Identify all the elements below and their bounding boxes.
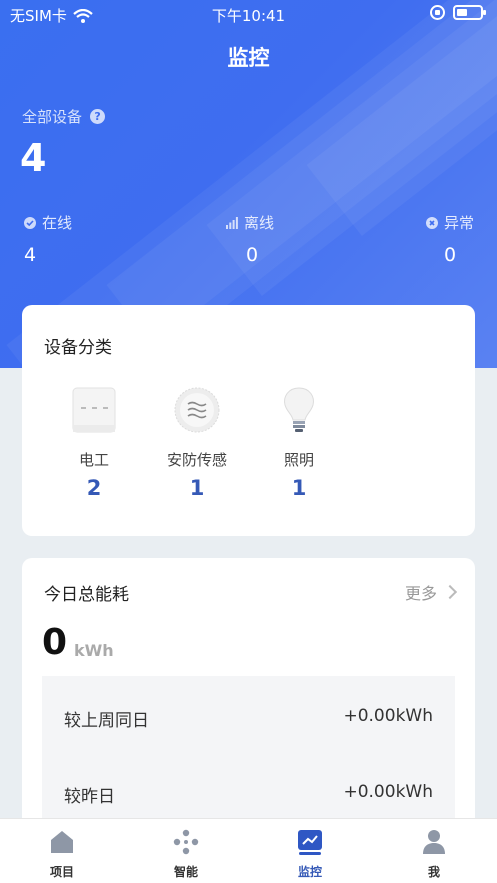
more-label: 更多 (404, 584, 437, 603)
total-devices-label: 全部设备 (22, 108, 83, 126)
tab-me[interactable]: 我 (394, 827, 474, 880)
compare-value: +0.00kWh (343, 706, 433, 726)
check-circle-icon (24, 216, 36, 229)
category-item-security[interactable]: 安防传感 1 (157, 385, 237, 500)
compare-row: 较昨日 +0.00kWh (64, 782, 433, 807)
compare-row: 较上周同日 +0.00kWh (64, 706, 433, 731)
category-name: 照明 (283, 451, 314, 469)
more-link[interactable]: 更多 (404, 580, 458, 604)
offline-value: 0 (246, 244, 259, 266)
category-count: 1 (189, 476, 205, 500)
smart-dots-icon (171, 827, 201, 857)
category-count: 2 (86, 476, 102, 500)
error-circle-icon (426, 216, 438, 229)
device-category-card: 设备分类 电工 2 安防传感 1 照明 1 (22, 305, 475, 536)
energy-card: 今日总能耗 更多 0 kWh 较上周同日 +0.00kWh 较昨日 +0.00k… (22, 558, 475, 858)
energy-title: 今日总能耗 (44, 585, 129, 605)
category-title: 设备分类 (44, 338, 112, 358)
abnormal-stat: 异常 0 (426, 212, 474, 266)
help-icon[interactable]: ? (90, 109, 106, 124)
category-count: 1 (291, 476, 307, 500)
online-stat: 在线 4 (24, 212, 72, 266)
compare-label: 较昨日 (64, 787, 115, 807)
light-bulb-icon (274, 385, 324, 435)
offline-label: 离线 (244, 214, 275, 232)
person-icon (419, 827, 449, 857)
security-sensor-icon (172, 385, 222, 435)
tab-label: 智能 (173, 865, 198, 879)
compare-label: 较上周同日 (64, 711, 149, 731)
page-title: 监控 (227, 46, 270, 70)
electrical-switch-icon (69, 385, 119, 435)
tab-label: 项目 (49, 865, 74, 879)
chevron-right-icon (442, 584, 458, 600)
status-bar: 无SIM卡 下午10:41 (0, 0, 497, 30)
total-devices-label-group: 全部设备 ? (22, 106, 106, 127)
category-item-electrical[interactable]: 电工 2 (54, 385, 134, 500)
compare-value: +0.00kWh (343, 782, 433, 802)
bottom-tab-bar: 项目 智能 监控 我 (0, 818, 497, 883)
tab-label: 我 (427, 865, 440, 879)
category-name: 电工 (78, 451, 109, 469)
abnormal-value: 0 (444, 244, 457, 266)
online-value: 4 (24, 244, 37, 266)
tab-label: 监控 (297, 865, 322, 879)
online-label: 在线 (42, 214, 73, 232)
energy-unit: kWh (74, 641, 114, 660)
signal-bars-icon (226, 216, 238, 229)
energy-value: 0 (42, 622, 68, 663)
category-name: 安防传感 (166, 451, 227, 469)
offline-stat: 离线 0 (226, 212, 274, 266)
home-icon (47, 827, 77, 857)
battery-icon (453, 5, 486, 20)
chart-monitor-icon (295, 827, 325, 857)
abnormal-label: 异常 (444, 214, 475, 232)
tab-monitor[interactable]: 监控 (270, 827, 350, 880)
category-item-lighting[interactable]: 照明 1 (259, 385, 339, 500)
tab-smart[interactable]: 智能 (146, 827, 226, 880)
tab-project[interactable]: 项目 (22, 827, 102, 880)
clock-text: 下午10:41 (211, 7, 286, 25)
orientation-lock-icon (430, 5, 445, 20)
total-devices-value: 4 (20, 136, 47, 180)
